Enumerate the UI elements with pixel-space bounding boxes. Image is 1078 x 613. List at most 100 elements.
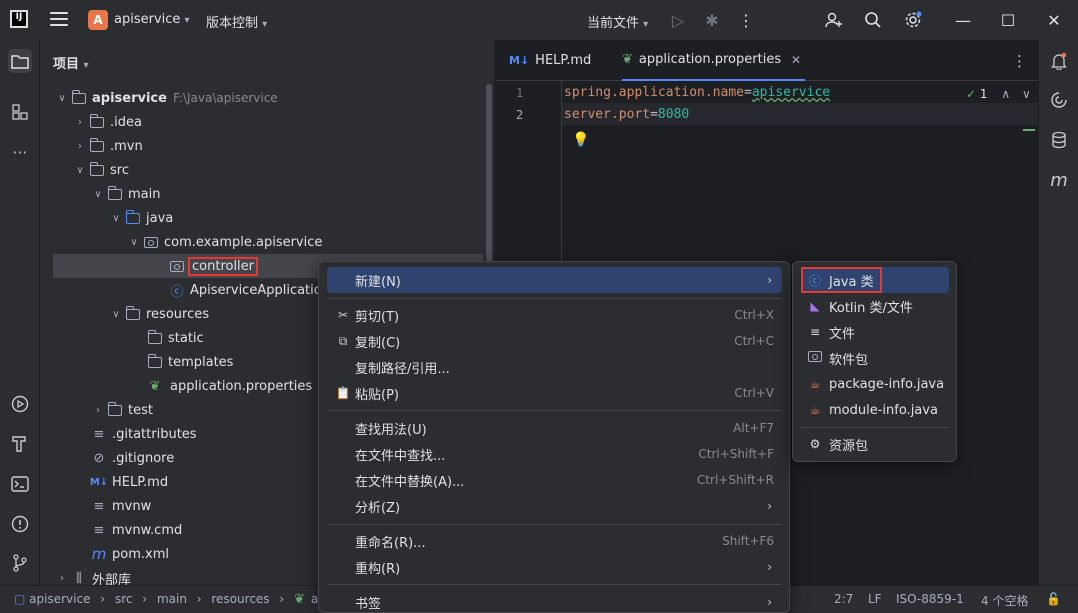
chevron-down-icon[interactable]: ∨: [72, 165, 88, 176]
tree-item-static[interactable]: static: [146, 326, 204, 350]
menu-item-refactor[interactable]: 重构(R) ›: [327, 554, 782, 580]
more-actions-icon[interactable]: ⋮: [736, 10, 756, 30]
git-branch-icon[interactable]: [8, 551, 32, 575]
menu-item-analyze[interactable]: 分析(Z) ›: [327, 493, 782, 519]
tree-item-gitattributes[interactable]: ≡ .gitattributes: [90, 422, 197, 446]
tree-item-gitignore[interactable]: ⊘ .gitignore: [90, 446, 175, 470]
tab-help-md[interactable]: M↓ HELP.md: [509, 40, 591, 81]
tree-item-package[interactable]: ∨ com.example.apiservice: [126, 230, 322, 254]
intellij-logo-icon[interactable]: IJ: [10, 10, 28, 28]
caret-position[interactable]: 2:7: [834, 592, 853, 606]
tree-item-resources[interactable]: ∨ resources: [108, 302, 209, 326]
tree-item-help-md[interactable]: M↓ HELP.md: [90, 470, 168, 494]
menu-item-new[interactable]: 新建(N) ›: [327, 267, 782, 293]
tree-item-external-libraries[interactable]: › ⫼ 外部库: [54, 566, 131, 586]
run-config-selector[interactable]: 当前文件 ▾: [587, 12, 648, 31]
submenu-item-java-class[interactable]: ⓒ Java 类: [801, 267, 949, 293]
menu-item-copy-path[interactable]: 复制路径/引用...: [327, 354, 782, 380]
chevron-down-icon[interactable]: ∨: [90, 189, 106, 200]
tab-application-properties[interactable]: ❦ application.properties ✕: [622, 40, 806, 81]
breadcrumb-item[interactable]: resources: [211, 592, 269, 606]
notifications-bell-icon[interactable]: [1047, 49, 1071, 73]
menu-item-replace-in-files[interactable]: 在文件中替换(A)... Ctrl+Shift+R: [327, 467, 782, 493]
submenu-item-file[interactable]: ≡ 文件: [801, 319, 949, 345]
chevron-right-icon[interactable]: ›: [54, 573, 70, 584]
tree-item-main[interactable]: ∨ main: [90, 182, 160, 206]
tree-item-test[interactable]: › test: [90, 398, 153, 422]
chevron-up-icon[interactable]: ∧: [1001, 87, 1010, 101]
close-tab-icon[interactable]: ✕: [791, 53, 801, 67]
ai-assistant-icon[interactable]: [1047, 88, 1071, 112]
file-encoding[interactable]: ISO-8859-1: [896, 592, 964, 606]
maximize-icon[interactable]: ☐: [998, 10, 1018, 30]
chevron-down-icon[interactable]: ∨: [108, 213, 124, 224]
chevron-right-icon[interactable]: ›: [72, 141, 88, 152]
menu-item-paste[interactable]: 📋 粘贴(P) Ctrl+V: [327, 380, 782, 406]
tree-item-pom[interactable]: m pom.xml: [90, 542, 169, 566]
menu-item-rename[interactable]: 重命名(R)... Shift+F6: [327, 528, 782, 554]
tree-root[interactable]: ∨ apiservice F:\Java\apiservice: [54, 86, 278, 110]
context-menu: 新建(N) › ✂ 剪切(T) Ctrl+X ⧉ 复制(C) Ctrl+C 复制…: [318, 261, 790, 613]
submenu-item-module-info[interactable]: ☕ module-info.java: [801, 397, 949, 423]
breadcrumb-item[interactable]: src: [115, 592, 133, 606]
submenu-item-kotlin[interactable]: ◣ Kotlin 类/文件: [801, 293, 949, 319]
main-menu-icon[interactable]: [50, 12, 68, 28]
menu-item-find-usages[interactable]: 查找用法(U) Alt+F7: [327, 415, 782, 441]
menu-item-bookmarks[interactable]: 书签 ›: [327, 589, 782, 612]
chevron-down-icon[interactable]: ∨: [54, 93, 70, 104]
menu-item-copy[interactable]: ⧉ 复制(C) Ctrl+C: [327, 328, 782, 354]
tree-item-idea[interactable]: › .idea: [72, 110, 142, 134]
breadcrumb-item[interactable]: main: [157, 592, 187, 606]
menu-item-cut[interactable]: ✂ 剪切(T) Ctrl+X: [327, 302, 782, 328]
services-icon[interactable]: [8, 392, 32, 416]
build-hammer-icon[interactable]: [8, 432, 32, 456]
chevron-down-icon[interactable]: ∨: [126, 237, 142, 248]
tree-item-application-properties[interactable]: ❦ application.properties: [146, 374, 313, 398]
tree-item-templates[interactable]: templates: [146, 350, 233, 374]
submenu-item-resource-bundle[interactable]: ⚙ 资源包: [801, 431, 949, 457]
database-icon[interactable]: [1047, 128, 1071, 152]
add-user-icon[interactable]: [824, 10, 844, 30]
indent-setting[interactable]: 4 个空格: [981, 592, 1028, 609]
maven-icon[interactable]: m: [1047, 168, 1071, 192]
settings-gear-icon[interactable]: [903, 10, 923, 30]
breadcrumb-item[interactable]: apiservice: [29, 592, 90, 606]
tree-item-java[interactable]: ∨ java: [108, 206, 173, 230]
code-line-1[interactable]: spring.application.name=apiservice: [564, 85, 830, 100]
tree-item-application-class[interactable]: ⓒ ApiserviceApplication: [168, 278, 329, 302]
project-panel-header[interactable]: 项目 ▾: [53, 53, 89, 72]
debug-icon[interactable]: ✱: [702, 10, 722, 30]
project-folder-icon[interactable]: [8, 49, 32, 73]
tree-item-mvn[interactable]: › .mvn: [72, 134, 143, 158]
chevron-right-icon[interactable]: ›: [90, 405, 106, 416]
tree-item-src[interactable]: ∨ src: [72, 158, 129, 182]
code-line-2[interactable]: server.port=8080: [564, 107, 689, 122]
menu-item-find-in-files[interactable]: 在文件中查找... Ctrl+Shift+F: [327, 441, 782, 467]
project-badge[interactable]: A: [88, 10, 108, 30]
chevron-down-icon[interactable]: ∨: [108, 309, 124, 320]
run-icon[interactable]: ▷: [668, 10, 688, 30]
project-selector[interactable]: apiservice ▾: [114, 12, 190, 27]
terminal-icon[interactable]: [8, 472, 32, 496]
submenu-item-package[interactable]: 软件包: [801, 345, 949, 371]
lock-icon[interactable]: 🔓: [1046, 592, 1061, 606]
inspection-widget[interactable]: ✓ 1 ∧ ∨: [966, 87, 1031, 101]
menu-item-label: 复制路径/引用...: [355, 361, 450, 377]
minimize-icon[interactable]: —: [953, 10, 973, 30]
structure-icon[interactable]: [8, 100, 32, 124]
problems-icon[interactable]: [8, 512, 32, 536]
chevron-right-icon[interactable]: ›: [72, 117, 88, 128]
chevron-down-icon[interactable]: ∨: [1022, 87, 1031, 101]
line-separator[interactable]: LF: [868, 592, 882, 606]
tab-options-icon[interactable]: ⋮: [1012, 40, 1027, 81]
left-tool-strip: ⋯: [0, 40, 40, 585]
menu-item-shortcut: Ctrl+X: [734, 308, 774, 322]
close-window-icon[interactable]: ✕: [1044, 10, 1064, 30]
submenu-item-package-info[interactable]: ☕ package-info.java: [801, 371, 949, 397]
tree-item-mvnw[interactable]: ≡ mvnw: [90, 494, 152, 518]
vcs-selector[interactable]: 版本控制 ▾: [206, 12, 267, 31]
tree-item-mvnw-cmd[interactable]: ≡ mvnw.cmd: [90, 518, 183, 542]
more-tools-icon[interactable]: ⋯: [8, 140, 32, 164]
lightbulb-icon[interactable]: 💡: [572, 132, 589, 148]
search-icon[interactable]: [863, 10, 883, 30]
